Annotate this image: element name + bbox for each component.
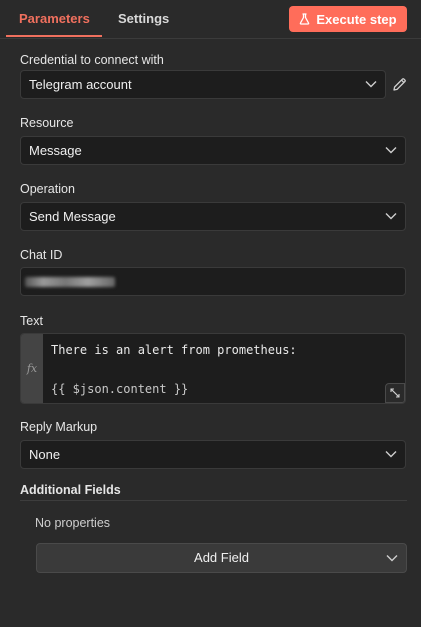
expand-editor-button[interactable] — [385, 383, 405, 403]
credential-select[interactable]: Telegram account — [20, 70, 386, 99]
text-label: Text — [20, 314, 43, 328]
reply-markup-select[interactable]: None — [20, 440, 406, 469]
fx-icon: fx — [21, 334, 43, 403]
expand-icon — [390, 388, 400, 398]
tab-parameters[interactable]: Parameters — [19, 0, 90, 37]
redacted-value — [25, 277, 115, 287]
add-field-button[interactable]: Add Field — [36, 543, 407, 573]
tab-bar: Parameters Settings Execute step — [0, 0, 421, 39]
reply-markup-value: None — [29, 447, 61, 462]
section-divider — [20, 500, 407, 501]
resource-label: Resource — [20, 116, 74, 130]
add-field-label: Add Field — [194, 550, 249, 565]
operation-label: Operation — [20, 182, 75, 196]
chat-id-label: Chat ID — [20, 248, 63, 262]
credential-value: Telegram account — [29, 77, 132, 92]
chevron-down-icon — [385, 451, 397, 458]
operation-select[interactable]: Send Message — [20, 202, 406, 231]
operation-value: Send Message — [29, 209, 116, 224]
execute-step-label: Execute step — [316, 11, 397, 27]
no-properties-text: No properties — [35, 516, 111, 530]
pencil-icon[interactable] — [392, 77, 407, 92]
resource-select[interactable]: Message — [20, 136, 406, 165]
chat-id-input[interactable] — [20, 267, 406, 296]
chevron-down-icon — [385, 213, 397, 220]
additional-fields-title: Additional Fields — [20, 483, 121, 497]
credential-label: Credential to connect with — [20, 53, 164, 67]
execute-step-button[interactable]: Execute step — [289, 6, 407, 32]
text-expression-editor[interactable]: fx There is an alert from prometheus: {{… — [20, 333, 406, 404]
chevron-down-icon — [365, 81, 377, 88]
text-line-1: There is an alert from prometheus: — [51, 343, 297, 357]
tab-settings[interactable]: Settings — [118, 0, 169, 37]
reply-markup-label: Reply Markup — [20, 420, 98, 434]
flask-icon — [300, 13, 310, 25]
chevron-down-icon — [385, 147, 397, 154]
text-line-2: {{ $json.content }} — [51, 382, 189, 396]
resource-value: Message — [29, 143, 82, 158]
active-tab-indicator — [6, 35, 102, 37]
chevron-down-icon — [386, 555, 398, 562]
